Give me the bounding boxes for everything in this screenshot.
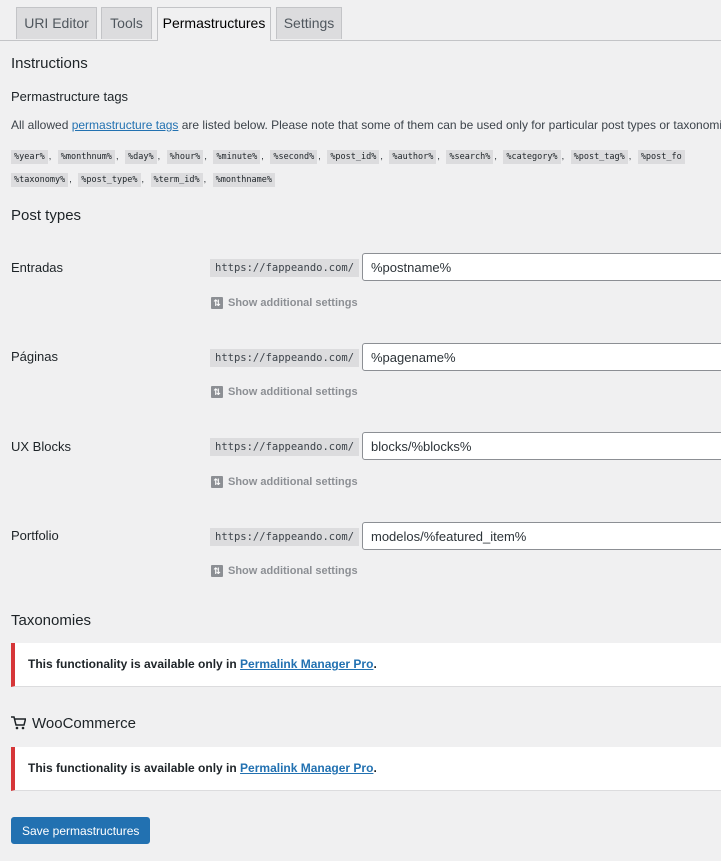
woocommerce-heading: WooCommerce: [11, 715, 136, 732]
tag: %taxonomy%: [11, 173, 69, 187]
url-prefix: https://fappeando.com/: [210, 438, 360, 456]
permastructure-input-paginas[interactable]: [362, 343, 721, 371]
permastructure-input-portfolio[interactable]: [362, 522, 721, 550]
url-prefix: https://fappeando.com/: [210, 528, 360, 546]
tag: %post_fo: [637, 150, 685, 164]
url-prefix: https://fappeando.com/: [210, 259, 360, 277]
settings-toggle-icon: ⇅: [211, 476, 223, 489]
nav-tabs: URI Editor Tools Permastructures Setting…: [0, 0, 721, 41]
tag: %hour%: [166, 150, 204, 164]
show-additional-settings-label: Show additional settings: [228, 476, 358, 488]
save-permastructures-button[interactable]: Save permastructures: [11, 817, 151, 844]
show-additional-settings[interactable]: ⇅ Show additional settings: [211, 386, 358, 399]
tag: %post_tag%: [570, 150, 628, 164]
tag-list-row-2: %taxonomy%, %post_type%, %term_id%, %mon…: [11, 173, 276, 187]
settings-toggle-icon: ⇅: [211, 297, 223, 310]
tab-permastructures[interactable]: Permastructures: [157, 7, 271, 41]
post-type-label: Páginas: [11, 349, 58, 364]
tag: %term_id%: [150, 173, 203, 187]
tag: %second%: [270, 150, 318, 164]
post-type-label: Portfolio: [11, 528, 59, 543]
instructions-text-after: are listed below. Please note that some …: [178, 118, 721, 132]
taxonomies-heading: Taxonomies: [11, 612, 92, 629]
permastructure-input-entradas[interactable]: [362, 253, 721, 281]
notice-text: This functionality is available only in: [28, 761, 241, 775]
woocommerce-heading-label: WooCommerce: [32, 715, 136, 732]
notice-end: .: [373, 657, 377, 671]
tag: %author%: [389, 150, 437, 164]
pro-notice-woocommerce: This functionality is available only in …: [11, 747, 721, 791]
permalink-manager-pro-link[interactable]: Permalink Manager Pro: [240, 761, 373, 775]
tag: %minute%: [213, 150, 261, 164]
show-additional-settings[interactable]: ⇅ Show additional settings: [211, 476, 358, 489]
show-additional-settings[interactable]: ⇅ Show additional settings: [211, 297, 358, 310]
permalink-manager-pro-link[interactable]: Permalink Manager Pro: [240, 657, 373, 671]
permastructure-tags-subheading: Permastructure tags: [11, 89, 129, 104]
tag: %post_id%: [327, 150, 380, 164]
notice-end: .: [373, 761, 377, 775]
notice-text: This functionality is available only in: [28, 657, 241, 671]
tab-settings[interactable]: Settings: [276, 7, 342, 39]
permastructure-tags-link[interactable]: permastructure tags: [72, 118, 179, 132]
show-additional-settings-label: Show additional settings: [228, 565, 358, 577]
post-type-label: UX Blocks: [11, 439, 71, 454]
tag: %category%: [503, 150, 561, 164]
show-additional-settings[interactable]: ⇅ Show additional settings: [211, 565, 358, 578]
tag: %day%: [124, 150, 157, 164]
instructions-text-before: All allowed: [11, 118, 72, 132]
show-additional-settings-label: Show additional settings: [228, 386, 358, 398]
post-type-label: Entradas: [11, 260, 64, 275]
pro-notice-taxonomies: This functionality is available only in …: [11, 643, 721, 687]
tag: %post_type%: [78, 173, 141, 187]
url-prefix: https://fappeando.com/: [210, 349, 360, 367]
settings-toggle-icon: ⇅: [211, 565, 223, 578]
cart-icon: [11, 716, 26, 730]
tag: %search%: [446, 150, 494, 164]
instructions-text: All allowed permastructure tags are list…: [11, 118, 721, 132]
tag: %monthnum%: [57, 150, 115, 164]
settings-toggle-icon: ⇅: [211, 386, 223, 399]
tab-tools[interactable]: Tools: [101, 7, 152, 39]
instructions-heading: Instructions: [11, 55, 88, 72]
permastructure-input-ux-blocks[interactable]: [362, 432, 721, 460]
tag: %year%: [11, 150, 48, 164]
tab-uri-editor[interactable]: URI Editor: [16, 7, 97, 39]
show-additional-settings-label: Show additional settings: [228, 297, 358, 309]
tag: %monthname%: [212, 173, 275, 187]
post-types-heading: Post types: [11, 207, 82, 224]
tag-list-row-1: %year%, %monthnum%, %day%, %hour%, %minu…: [11, 150, 686, 164]
